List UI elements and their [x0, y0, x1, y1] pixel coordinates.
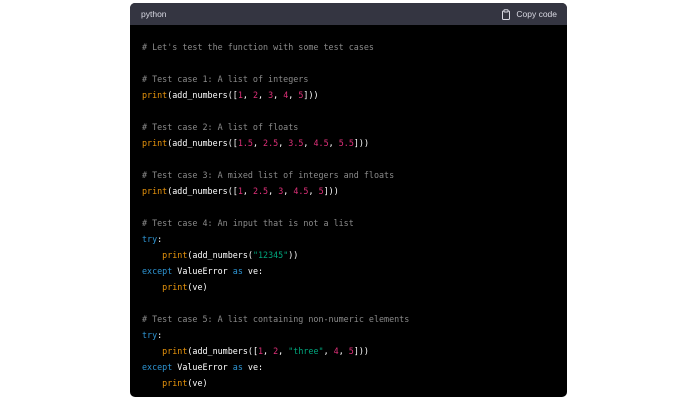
code-line: print(ve): [142, 279, 555, 295]
code-line: # Test case 2: A list of floats: [142, 119, 555, 135]
code-token-plain: ,: [268, 186, 279, 196]
code-token-plain: (add_numbers([: [167, 138, 238, 148]
code-token-comment: # Test case 1: A list of integers: [142, 74, 309, 84]
code-block: python Copy code # Let's test the functi…: [130, 3, 567, 397]
code-line: print(add_numbers([1, 2, "three", 4, 5])…: [142, 343, 555, 359]
code-header: python Copy code: [130, 3, 567, 25]
code-token-number: 2.5: [263, 138, 279, 148]
code-token-number: 5.5: [338, 138, 354, 148]
code-token-plain: ValueError: [172, 362, 233, 372]
code-token-number: 2.5: [252, 186, 269, 196]
code-token-number: 1.5: [237, 138, 253, 148]
code-token-plain: ,: [273, 90, 284, 100]
code-token-comment: # Test case 5: A list containing non-num…: [142, 314, 410, 324]
language-label: python: [141, 9, 167, 19]
code-token-plain: ])): [303, 90, 319, 100]
code-area[interactable]: # Let's test the function with some test…: [130, 25, 567, 391]
code-token-keyword: try: [142, 234, 158, 244]
code-token-plain: ,: [242, 90, 253, 100]
code-token-plain: (add_numbers([: [167, 186, 238, 196]
code-line: print(ve): [142, 375, 555, 391]
code-token-plain: ,: [308, 186, 319, 196]
code-token-plain: )): [288, 250, 299, 260]
code-token-keyword: as: [232, 266, 243, 276]
code-token-keyword: except: [142, 362, 173, 372]
code-token-plain: ,: [338, 346, 349, 356]
code-line: # Test case 4: An input that is not a li…: [142, 215, 555, 231]
code-line: print(add_numbers("12345")): [142, 247, 555, 263]
code-token-plain: ])): [323, 186, 339, 196]
code-token-string: "12345": [252, 250, 289, 260]
code-token-plain: :: [157, 234, 163, 244]
code-token-keyword: try: [142, 330, 158, 340]
code-line: print(add_numbers([1.5, 2.5, 3.5, 4.5, 5…: [142, 135, 555, 151]
code-line: try:: [142, 327, 555, 343]
code-token-comment: # Let's test the function with some test…: [142, 42, 374, 52]
code-line: except ValueError as ve:: [142, 263, 555, 279]
code-token-plain: ])): [353, 346, 369, 356]
code-token-builtin: print: [162, 250, 188, 260]
code-token-plain: :: [157, 330, 163, 340]
code-token-keyword: as: [232, 362, 243, 372]
code-line: print(add_numbers([1, 2, 3, 4, 5])): [142, 87, 555, 103]
copy-code-label: Copy code: [516, 9, 557, 19]
code-line: except ValueError as ve:: [142, 359, 555, 375]
code-token-keyword: except: [142, 266, 173, 276]
code-token-comment: # Test case 2: A list of floats: [142, 122, 299, 132]
code-line: try:: [142, 231, 555, 247]
code-token-comment: # Test case 3: A mixed list of integers …: [142, 170, 395, 180]
code-token-builtin: print: [142, 138, 168, 148]
code-token-plain: ,: [283, 186, 294, 196]
code-line: # Test case 1: A list of integers: [142, 71, 555, 87]
code-token-plain: ValueError: [172, 266, 233, 276]
code-token-plain: ,: [288, 90, 299, 100]
code-line: print(add_numbers([1, 2.5, 3, 4.5, 5])): [142, 183, 555, 199]
code-line: # Test case 5: A list containing non-num…: [142, 311, 555, 327]
code-token-builtin: print: [162, 378, 188, 388]
code-token-plain: (ve): [187, 378, 208, 388]
code-token-plain: (add_numbers([: [167, 90, 238, 100]
code-token-plain: ve:: [242, 266, 264, 276]
code-token-plain: ,: [263, 346, 274, 356]
code-token-string: "three": [288, 346, 324, 356]
code-line: # Let's test the function with some test…: [142, 39, 555, 55]
code-token-plain: ,: [323, 346, 334, 356]
code-token-plain: (ve): [187, 282, 208, 292]
code-token-plain: ,: [242, 186, 253, 196]
code-token-plain: ,: [303, 138, 314, 148]
code-token-builtin: print: [162, 346, 188, 356]
code-token-number: 4.5: [313, 138, 329, 148]
code-token-plain: (add_numbers([: [187, 346, 258, 356]
code-token-number: 3.5: [288, 138, 304, 148]
code-line: # Test case 3: A mixed list of integers …: [142, 167, 555, 183]
code-token-plain: ])): [353, 138, 370, 148]
code-token-comment: # Test case 4: An input that is not a li…: [142, 218, 354, 228]
code-token-plain: ,: [278, 138, 289, 148]
copy-code-button[interactable]: Copy code: [501, 8, 557, 20]
code-token-number: 4.5: [293, 186, 309, 196]
code-token-builtin: print: [142, 90, 168, 100]
clipboard-icon: [501, 8, 511, 20]
code-token-plain: (add_numbers(: [187, 250, 253, 260]
code-token-builtin: print: [142, 186, 168, 196]
code-token-plain: ,: [252, 138, 264, 148]
code-token-plain: ,: [258, 90, 269, 100]
code-token-plain: ,: [328, 138, 339, 148]
code-token-plain: ,: [278, 346, 289, 356]
code-token-builtin: print: [162, 282, 188, 292]
code-token-plain: ve:: [242, 362, 264, 372]
